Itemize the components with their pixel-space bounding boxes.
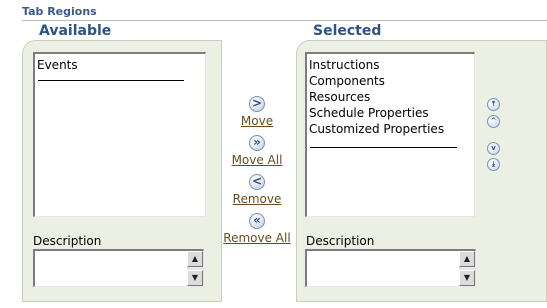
scroll-down-icon[interactable]: ▼ <box>459 270 475 286</box>
available-list[interactable]: Events <box>33 52 206 217</box>
move-to-top-icon[interactable]: ⤒ <box>487 98 500 111</box>
remove-link[interactable]: Remove <box>231 192 283 206</box>
move-to-bottom-icon[interactable]: ⤓ <box>487 158 500 171</box>
remove-all-button[interactable]: « Remove All <box>223 213 291 245</box>
selected-item-customized-properties[interactable]: Customized Properties <box>309 121 472 137</box>
available-title: Available <box>33 23 118 40</box>
available-description-field[interactable]: ▲ ▼ <box>33 249 204 287</box>
selected-item-schedule-properties[interactable]: Schedule Properties <box>309 105 472 121</box>
scroll-down-icon[interactable]: ▼ <box>187 270 203 286</box>
available-item-events[interactable]: Events <box>37 57 203 73</box>
selected-description-label: Description <box>306 234 375 248</box>
move-all-button[interactable]: » Move All <box>230 135 284 167</box>
list-separator <box>38 80 184 81</box>
move-all-link[interactable]: Move All <box>230 153 284 167</box>
scroll-up-icon[interactable]: ▲ <box>459 251 475 267</box>
list-separator <box>310 147 457 148</box>
move-link[interactable]: Move <box>236 114 278 128</box>
remove-button[interactable]: < Remove <box>231 174 283 206</box>
double-chevron-left-icon[interactable]: « <box>249 213 265 229</box>
section-title: Tab Regions <box>22 5 97 18</box>
scroll-up-icon[interactable]: ▲ <box>187 251 203 267</box>
move-up-icon[interactable]: ^ <box>487 115 500 128</box>
available-description-scrollbar[interactable]: ▲ ▼ <box>187 251 203 286</box>
selected-item-instructions[interactable]: Instructions <box>309 57 472 73</box>
double-chevron-right-icon[interactable]: » <box>249 135 265 151</box>
chevron-left-icon[interactable]: < <box>249 174 265 190</box>
remove-all-link[interactable]: Remove All <box>223 231 291 245</box>
move-down-icon[interactable]: v <box>487 142 500 155</box>
selected-list[interactable]: Instructions Components Resources Schedu… <box>305 52 475 217</box>
selected-description-scrollbar[interactable]: ▲ ▼ <box>459 251 475 286</box>
selected-item-resources[interactable]: Resources <box>309 89 472 105</box>
selected-item-components[interactable]: Components <box>309 73 472 89</box>
section-divider <box>22 20 547 21</box>
selected-description-field[interactable]: ▲ ▼ <box>305 249 476 287</box>
available-description-label: Description <box>33 234 102 248</box>
selected-title: Selected <box>307 23 388 40</box>
move-button[interactable]: > Move <box>236 96 278 128</box>
chevron-right-icon[interactable]: > <box>249 96 265 112</box>
